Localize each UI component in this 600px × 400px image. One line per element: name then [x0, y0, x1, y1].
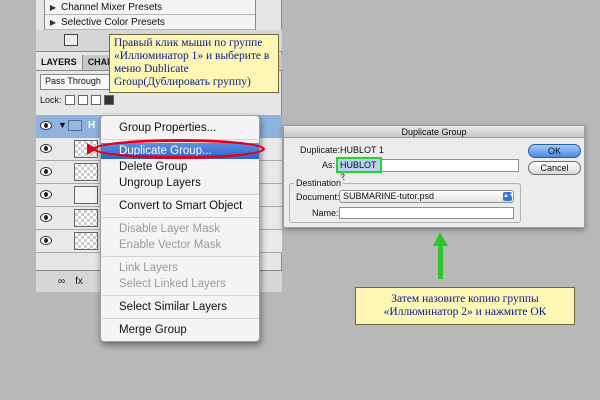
lock-label: Lock: — [40, 95, 62, 105]
document-select-value: SUBMARINE-tutor.psd — [343, 191, 435, 201]
name-label: Name: — [312, 208, 339, 218]
menu-item-disable-layer-mask: Disable Layer Mask — [119, 223, 220, 235]
visibility-eye-icon[interactable] — [40, 121, 52, 130]
preset-item[interactable]: ▶ Channel Mixer Presets — [45, 0, 255, 15]
visibility-eye-icon[interactable] — [40, 236, 52, 245]
menu-item-group-properties[interactable]: Group Properties... — [101, 120, 259, 136]
menu-item-select-similar-layers[interactable]: Select Similar Layers — [101, 299, 259, 315]
menu-separator — [102, 295, 259, 296]
instruction-note-bottom: Затем назовите копию группы «Иллюминатор… — [355, 287, 575, 325]
menu-item-enable-vector-mask: Enable Vector Mask — [119, 239, 222, 251]
up-arrow-icon — [433, 232, 448, 246]
menu-separator — [102, 194, 259, 195]
cancel-button[interactable]: Cancel — [528, 161, 581, 175]
as-label: As: — [322, 160, 336, 170]
lock-all-icon[interactable] — [103, 95, 114, 105]
duplicate-label: Duplicate: — [300, 145, 341, 155]
layer-thumbnail — [74, 163, 98, 181]
menu-item-convert-smart-object[interactable]: Convert to Smart Object — [101, 198, 259, 214]
fx-icon[interactable]: fx — [75, 276, 83, 287]
arrow-shaft — [438, 245, 443, 279]
disclosure-triangle-icon[interactable]: ▼ — [58, 120, 67, 130]
document-label: Document: — [296, 192, 340, 202]
layer-name: H — [88, 120, 96, 131]
adjustment-icon[interactable] — [64, 34, 78, 46]
visibility-eye-icon[interactable] — [40, 190, 52, 199]
adjustment-presets-list: ▶ Channel Mixer Presets ▶ Selective Colo… — [44, 0, 256, 30]
folder-icon — [68, 120, 82, 131]
menu-item-ungroup-layers[interactable]: Ungroup Layers — [101, 175, 259, 191]
layer-thumbnail — [74, 186, 98, 204]
menu-item-delete-group[interactable]: Delete Group — [101, 159, 259, 175]
select-arrows-icon: ▲▼ — [503, 192, 515, 201]
highlight-ring — [93, 139, 265, 159]
document-select[interactable]: SUBMARINE-tutor.psd ▲▼ — [339, 190, 515, 203]
preset-item[interactable]: ▶ Selective Color Presets — [45, 15, 255, 30]
link-icon[interactable]: ∞ — [58, 276, 65, 287]
dialog-title: Duplicate Group — [284, 126, 584, 138]
name-input[interactable] — [339, 207, 514, 219]
menu-separator — [102, 318, 259, 319]
pointer-arrow-icon — [87, 143, 97, 155]
preset-item-label: Selective Color Presets — [61, 16, 165, 28]
disclosure-triangle-icon[interactable]: ▶ — [45, 3, 61, 12]
visibility-eye-icon[interactable] — [40, 144, 52, 153]
tab-layers[interactable]: LAYERS — [36, 55, 83, 70]
lock-row: Lock: — [40, 95, 114, 105]
duplicate-group-dialog: Duplicate Group Duplicate: HUBLOT 1 As: … — [283, 125, 585, 228]
visibility-eye-icon[interactable] — [40, 167, 52, 176]
menu-separator — [102, 256, 259, 257]
disclosure-triangle-icon[interactable]: ▶ — [45, 18, 61, 27]
destination-label: Destination — [294, 178, 344, 188]
visibility-eye-icon[interactable] — [40, 213, 52, 222]
preset-item-label: Channel Mixer Presets — [61, 1, 163, 13]
menu-item-link-layers: Link Layers — [119, 262, 178, 274]
as-input-value[interactable]: HUBLOT 2 — [336, 157, 382, 182]
menu-item-merge-group[interactable]: Merge Group — [101, 322, 259, 338]
lock-move-icon[interactable] — [90, 95, 101, 105]
menu-item-select-linked-layers: Select Linked Layers — [119, 278, 226, 290]
duplicate-value: HUBLOT 1 — [340, 145, 384, 155]
ok-button[interactable]: OK — [528, 144, 581, 158]
lock-transparent-icon[interactable] — [64, 95, 75, 105]
menu-separator — [102, 217, 259, 218]
layer-thumbnail — [74, 232, 98, 250]
lock-brush-icon[interactable] — [77, 95, 88, 105]
layer-thumbnail — [74, 209, 98, 227]
blend-mode-value: Pass Through — [45, 76, 101, 86]
instruction-note-top: Правый клик мыши по группе «Иллюминатор … — [109, 34, 279, 93]
